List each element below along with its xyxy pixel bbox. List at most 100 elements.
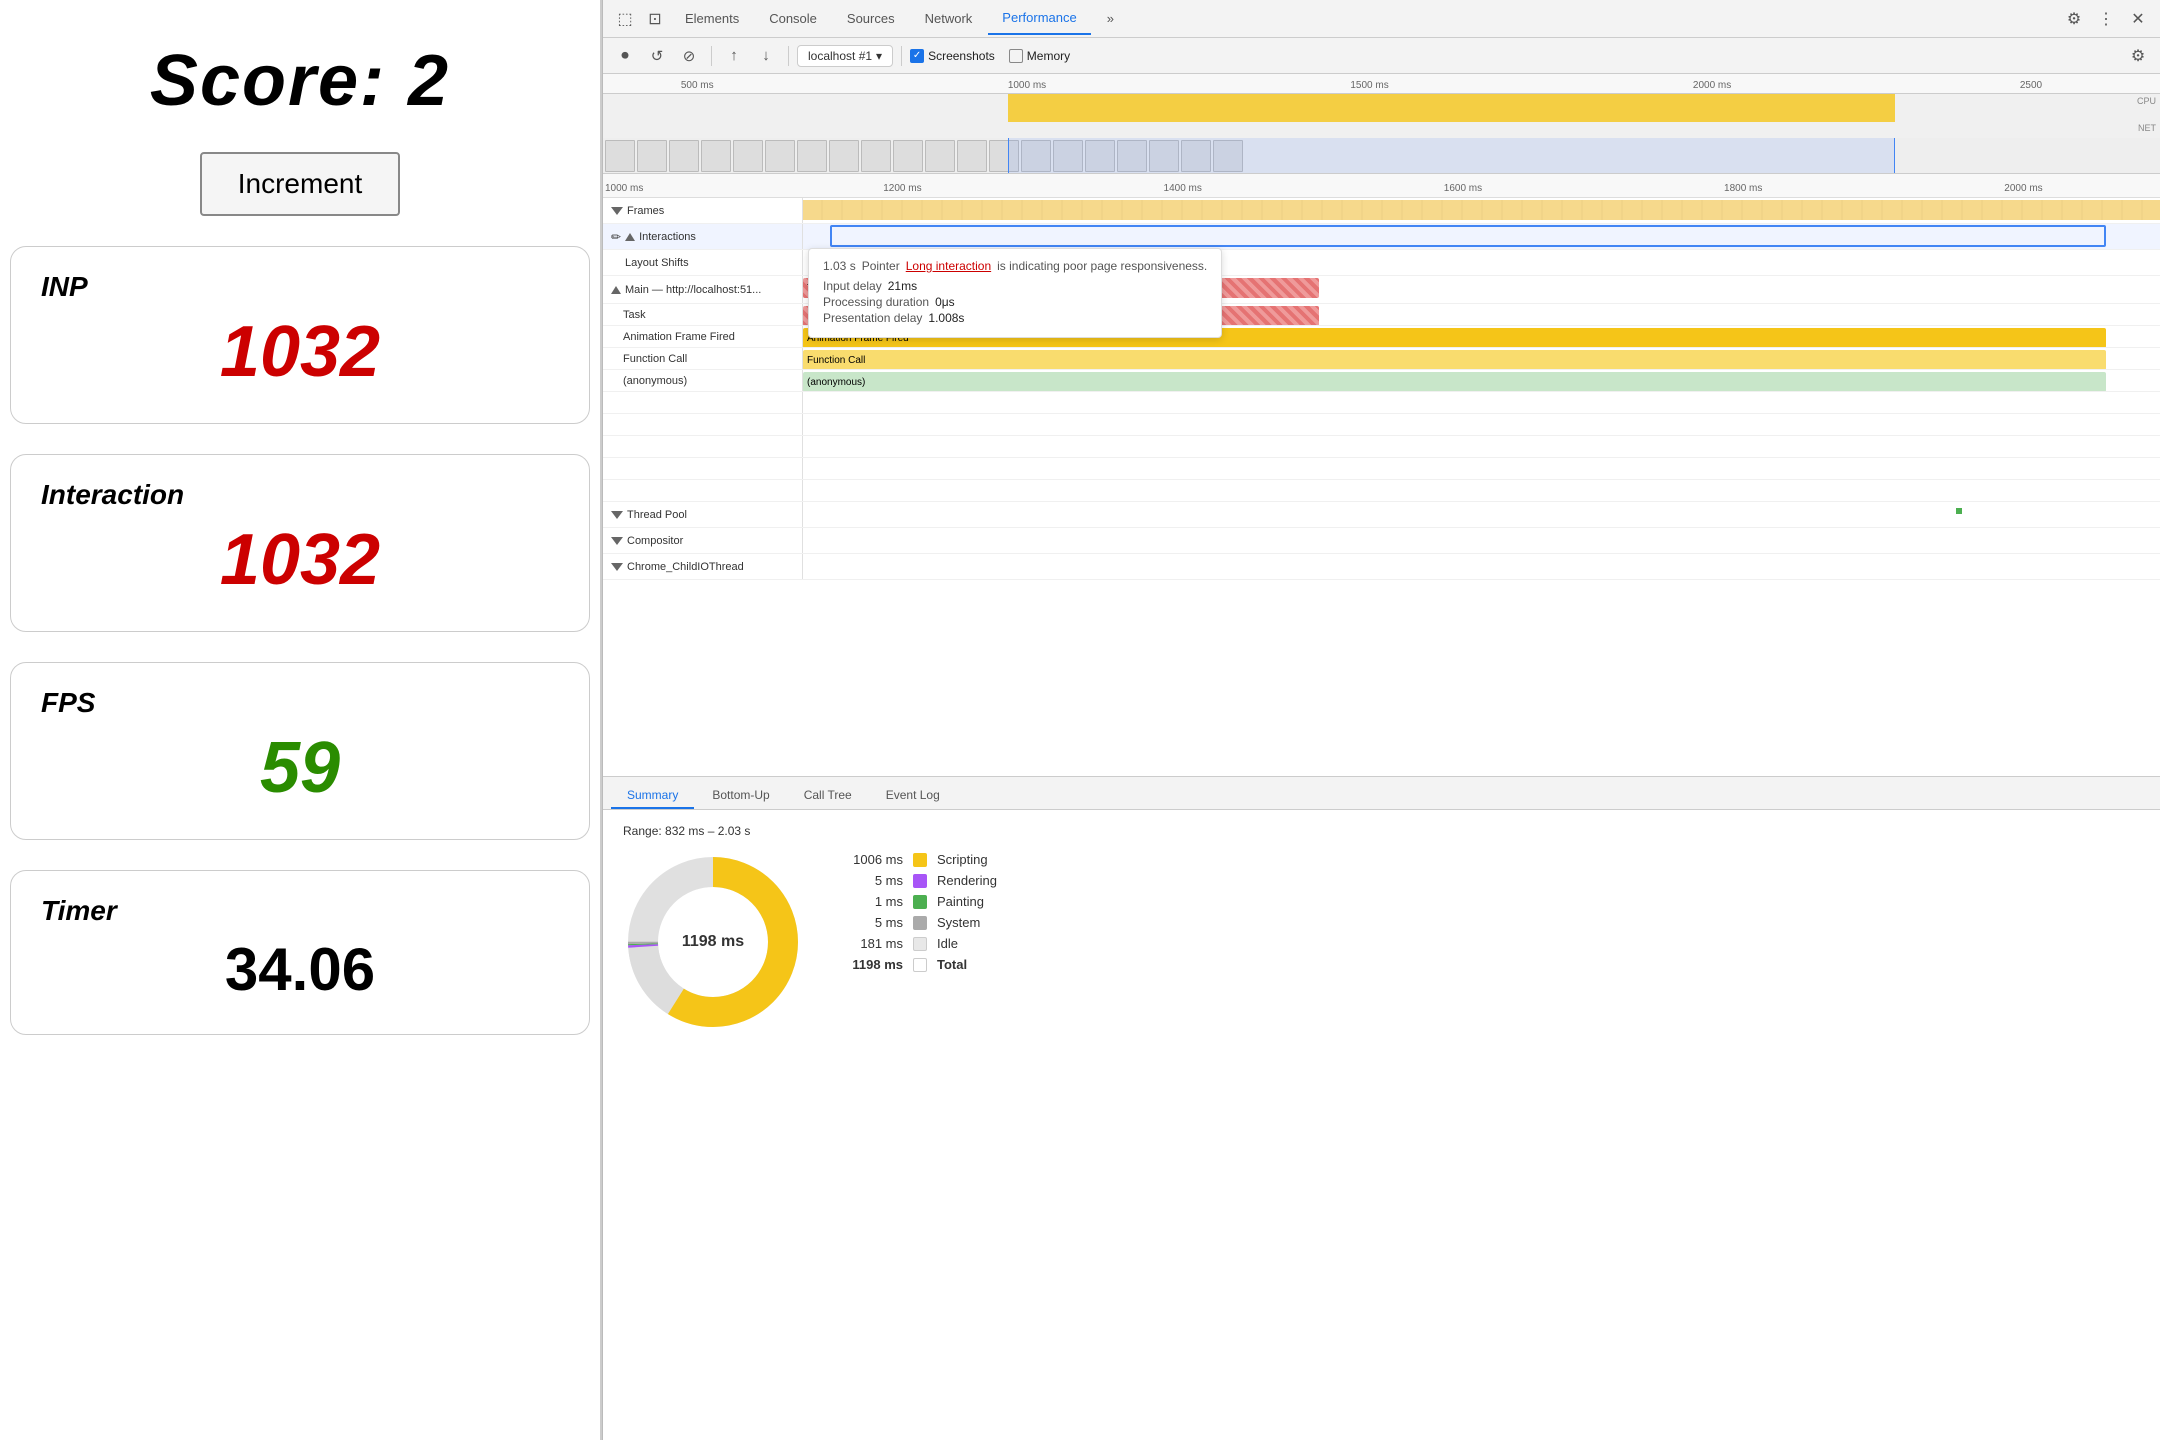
legend-idle-swatch bbox=[913, 937, 927, 951]
fps-value: 59 bbox=[41, 727, 559, 809]
screenshots-checkbox[interactable]: ✓ bbox=[910, 49, 924, 63]
main-expand-icon[interactable] bbox=[611, 286, 621, 294]
anonymous-bar[interactable]: (anonymous) bbox=[803, 372, 2106, 391]
track-interactions-label[interactable]: ✏ Interactions bbox=[603, 224, 803, 249]
record-button[interactable]: ⏺ bbox=[611, 42, 639, 70]
separator1 bbox=[711, 46, 712, 66]
legend-system: 5 ms System bbox=[843, 915, 997, 930]
screenshot-thumb-8 bbox=[829, 140, 859, 172]
upload-button[interactable]: ↑ bbox=[720, 42, 748, 70]
inp-card: INP 1032 bbox=[10, 246, 590, 424]
track-main-label[interactable]: Main — http://localhost:51... bbox=[603, 276, 803, 303]
screenshot-thumb-20 bbox=[1213, 140, 1243, 172]
compositor-content bbox=[803, 528, 2160, 553]
track-layout-label[interactable]: Layout Shifts bbox=[603, 250, 803, 275]
legend-scripting-name: Scripting bbox=[937, 852, 988, 867]
ruler-tick-1000: 1000 ms bbox=[1008, 74, 1046, 93]
track-empty-label-1 bbox=[603, 392, 803, 413]
function-bar[interactable]: Function Call bbox=[803, 350, 2106, 369]
anonymous-content: (anonymous) bbox=[803, 370, 2160, 391]
tooltip-input-delay-row: Input delay 21ms bbox=[823, 279, 1207, 293]
tab-elements[interactable]: Elements bbox=[671, 3, 753, 35]
tab-summary[interactable]: Summary bbox=[611, 783, 694, 809]
memory-toggle[interactable]: Memory bbox=[1009, 49, 1070, 63]
legend-painting-value: 1 ms bbox=[843, 894, 903, 909]
function-call-label: Function Call bbox=[807, 355, 865, 366]
frames-expand-icon[interactable] bbox=[611, 207, 623, 215]
legend-total-swatch bbox=[913, 958, 927, 972]
legend-system-value: 5 ms bbox=[843, 915, 903, 930]
interactions-expand-icon[interactable] bbox=[625, 233, 635, 241]
track-thread-pool[interactable]: Thread Pool bbox=[603, 502, 2160, 528]
interaction-bar[interactable] bbox=[830, 225, 2106, 247]
summary-range: Range: 832 ms – 2.03 s bbox=[623, 824, 2140, 838]
screenshot-thumb-14 bbox=[1021, 140, 1051, 172]
track-io-thread-label[interactable]: Chrome_ChildIOThread bbox=[603, 554, 803, 579]
compositor-expand-icon[interactable] bbox=[611, 537, 623, 545]
timeline-overview[interactable]: 500 ms 1000 ms 1500 ms 2000 ms 2500 CPU … bbox=[603, 74, 2160, 174]
timeline-tracks[interactable]: Frames ✏ Interactions bbox=[603, 198, 2160, 776]
track-empty-label-4 bbox=[603, 458, 803, 479]
track-interactions[interactable]: ✏ Interactions bbox=[603, 224, 2160, 250]
track-empty-4 bbox=[603, 458, 2160, 480]
more-icon[interactable]: ⋮ bbox=[2092, 5, 2120, 33]
tab-network[interactable]: Network bbox=[911, 3, 987, 35]
track-io-thread[interactable]: Chrome_ChildIOThread bbox=[603, 554, 2160, 580]
download-button[interactable]: ↓ bbox=[752, 42, 780, 70]
device-icon[interactable]: ⊡ bbox=[641, 5, 669, 33]
track-task-label: Task bbox=[603, 304, 803, 325]
tab-event-log[interactable]: Event Log bbox=[870, 783, 956, 809]
time-mark-1200: 1200 ms bbox=[883, 183, 921, 194]
screenshot-thumb-3 bbox=[669, 140, 699, 172]
track-anonymous[interactable]: (anonymous) (anonymous) bbox=[603, 370, 2160, 392]
donut-total-value: 1198 ms bbox=[682, 933, 744, 950]
legend-total-value: 1198 ms bbox=[843, 957, 903, 972]
layout-shifts-label-text: Layout Shifts bbox=[611, 257, 689, 269]
screenshots-toggle[interactable]: ✓ Screenshots bbox=[910, 49, 995, 63]
settings-icon[interactable]: ⚙ bbox=[2060, 5, 2088, 33]
tab-bottom-up[interactable]: Bottom-Up bbox=[696, 783, 785, 809]
clear-button[interactable]: ⊘ bbox=[675, 42, 703, 70]
track-compositor[interactable]: Compositor bbox=[603, 528, 2160, 554]
thread-pool-expand-icon[interactable] bbox=[611, 511, 623, 519]
track-empty-1 bbox=[603, 392, 2160, 414]
tooltip-presentation-val: 1.008s bbox=[928, 311, 964, 325]
reload-button[interactable]: ↺ bbox=[643, 42, 671, 70]
url-badge[interactable]: localhost #1 ▾ bbox=[797, 45, 893, 67]
interaction-card: Interaction 1032 bbox=[10, 454, 590, 632]
screenshot-thumb-2 bbox=[637, 140, 667, 172]
screenshot-thumb-1 bbox=[605, 140, 635, 172]
legend-rendering: 5 ms Rendering bbox=[843, 873, 997, 888]
memory-checkbox[interactable] bbox=[1009, 49, 1023, 63]
tab-call-tree[interactable]: Call Tree bbox=[788, 783, 868, 809]
legend-painting: 1 ms Painting bbox=[843, 894, 997, 909]
track-thread-pool-label[interactable]: Thread Pool bbox=[603, 502, 803, 527]
inspect-icon[interactable]: ⬚ bbox=[611, 5, 639, 33]
track-frames[interactable]: Frames bbox=[603, 198, 2160, 224]
inp-label: INP bbox=[41, 271, 559, 303]
interactions-label-text: Interactions bbox=[639, 231, 696, 243]
track-empty-label-2 bbox=[603, 414, 803, 435]
track-compositor-label[interactable]: Compositor bbox=[603, 528, 803, 553]
tooltip-input-delay-key: Input delay bbox=[823, 279, 882, 293]
tooltip-header: 1.03 s Pointer Long interaction is indic… bbox=[823, 259, 1207, 273]
tab-sources[interactable]: Sources bbox=[833, 3, 909, 35]
tab-console[interactable]: Console bbox=[755, 3, 831, 35]
tooltip-processing-row: Processing duration 0μs bbox=[823, 295, 1207, 309]
perf-settings-icon[interactable]: ⚙ bbox=[2124, 42, 2152, 70]
track-function[interactable]: Function Call Function Call bbox=[603, 348, 2160, 370]
legend-scripting: 1006 ms Scripting bbox=[843, 852, 997, 867]
tooltip-link[interactable]: Long interaction bbox=[906, 259, 991, 273]
track-empty-2 bbox=[603, 414, 2160, 436]
tab-more[interactable]: » bbox=[1093, 3, 1128, 35]
increment-button[interactable]: Increment bbox=[200, 152, 401, 216]
screenshot-thumb-17 bbox=[1117, 140, 1147, 172]
score-title: Score: 2 bbox=[150, 40, 450, 122]
track-frames-label[interactable]: Frames bbox=[603, 198, 803, 223]
legend-idle-name: Idle bbox=[937, 936, 958, 951]
time-mark-2000: 2000 ms bbox=[2004, 183, 2042, 194]
io-thread-expand-icon[interactable] bbox=[611, 563, 623, 571]
close-icon[interactable]: ✕ bbox=[2124, 5, 2152, 33]
devtools-panel: ⬚ ⊡ Elements Console Sources Network Per… bbox=[602, 0, 2160, 1440]
tab-performance[interactable]: Performance bbox=[988, 3, 1090, 35]
